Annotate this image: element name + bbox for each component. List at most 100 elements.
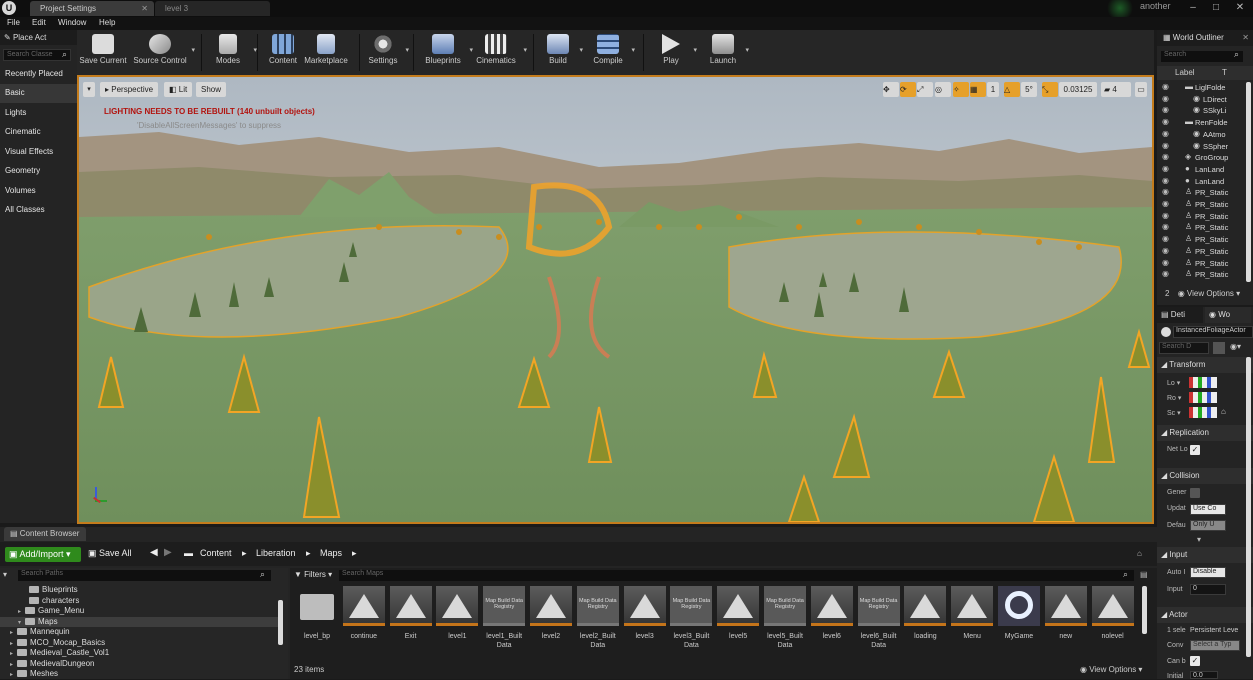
expand-icon[interactable]: ▸: [10, 640, 17, 647]
content-browser-tab[interactable]: ▤ Content Browser: [4, 527, 86, 541]
folder-row[interactable]: Blueprints: [0, 585, 280, 595]
grid-snap-icon[interactable]: ▦: [970, 82, 986, 97]
close-icon[interactable]: ✕: [141, 1, 148, 16]
collision-section[interactable]: ◢ Collision: [1157, 468, 1253, 484]
grid-size-value[interactable]: 1: [987, 82, 999, 97]
update-dropdown[interactable]: Use Co: [1190, 504, 1226, 515]
outliner-search-input[interactable]: Search: [1161, 51, 1243, 62]
outliner-row[interactable]: ◉ ◉ SSkyLi: [1157, 105, 1245, 117]
lock-icon[interactable]: ⌂: [1137, 549, 1142, 558]
default-dropdown[interactable]: Only U: [1190, 520, 1226, 531]
outliner-row[interactable]: ◉ ♙ PR_Static: [1157, 222, 1245, 234]
outliner-row[interactable]: ◉ ♙ PR_Static: [1157, 199, 1245, 211]
asset-tile[interactable]: Map Build Data Registry level5_Built Data: [764, 586, 806, 666]
asset-tile[interactable]: loading: [904, 586, 947, 666]
visibility-eye-icon[interactable]: ◉: [1162, 164, 1169, 173]
outliner-row[interactable]: ◉ ● LanLand: [1157, 176, 1245, 188]
play-button[interactable]: Play ▾: [653, 30, 697, 75]
menu-window[interactable]: Window: [58, 18, 86, 27]
level-viewport[interactable]: ▾ ▸ Perspective ◧ Lit Show LIGHTING NEED…: [77, 75, 1154, 524]
category-lights[interactable]: Lights: [0, 104, 77, 123]
surface-snap-icon[interactable]: ✧: [953, 82, 969, 97]
expand-icon[interactable]: ▸: [10, 661, 17, 668]
visibility-eye-icon[interactable]: ◉: [1162, 211, 1169, 220]
forward-icon[interactable]: ▶: [164, 547, 172, 558]
visibility-eye-icon[interactable]: ◉: [1162, 176, 1169, 185]
menu-help[interactable]: Help: [99, 18, 115, 27]
outliner-row[interactable]: ◉ ◉ AAtmo: [1157, 129, 1245, 141]
scale-icon[interactable]: ⤢: [917, 82, 933, 97]
asset-tile[interactable]: level3: [623, 586, 666, 666]
asset-tile[interactable]: level5: [717, 586, 760, 666]
details-scrollbar[interactable]: [1246, 357, 1251, 657]
details-tab[interactable]: ▤ Deti: [1157, 307, 1203, 323]
lock-icon[interactable]: ⌂: [1221, 407, 1226, 416]
scale-snap-value[interactable]: 0.03125: [1059, 82, 1097, 97]
chevron-down-icon[interactable]: ▾: [191, 46, 195, 54]
folder-row[interactable]: ▸ MedievalDungeon: [0, 659, 280, 669]
category-basic[interactable]: Basic: [0, 84, 77, 103]
breadcrumb-liberation[interactable]: Liberation: [256, 548, 296, 558]
compile-button[interactable]: Compile ▾: [589, 30, 635, 75]
label-column[interactable]: Label: [1175, 68, 1195, 77]
visibility-eye-icon[interactable]: ◉: [1162, 82, 1169, 91]
visibility-eye-icon[interactable]: ◉: [1162, 105, 1169, 114]
input-priority-field[interactable]: 0: [1190, 584, 1226, 595]
world-outliner-tab[interactable]: ▦ World Outliner: [1157, 30, 1253, 46]
place-actors-tab[interactable]: ✎ Place Act: [0, 30, 77, 45]
history-icon[interactable]: ▤: [1140, 570, 1148, 579]
blueprints-button[interactable]: Blueprints ▾: [421, 30, 473, 75]
outliner-row[interactable]: ◉ ♙ PR_Static: [1157, 187, 1245, 199]
details-search-input[interactable]: Search D: [1159, 342, 1209, 354]
chevron-down-icon[interactable]: ▾: [579, 46, 583, 54]
net-load-checkbox[interactable]: ✓: [1190, 445, 1200, 455]
category-visual-effects[interactable]: Visual Effects: [0, 143, 77, 162]
viewport-options-button[interactable]: ▾: [83, 82, 95, 97]
perspective-button[interactable]: ▸ Perspective: [100, 82, 159, 97]
chevron-down-icon[interactable]: ▾: [405, 46, 409, 54]
expand-icon[interactable]: ▸: [18, 608, 25, 615]
asset-tile[interactable]: level_bp: [296, 586, 338, 666]
outliner-scrollbar[interactable]: [1246, 82, 1251, 282]
view-options-button[interactable]: ◉ View Options ▾: [1080, 665, 1142, 674]
initial-field[interactable]: 0.0: [1190, 671, 1218, 679]
convert-dropdown[interactable]: Select a Typ: [1190, 640, 1240, 651]
breadcrumb-content[interactable]: Content: [200, 548, 232, 558]
expand-icon[interactable]: ▾: [1197, 535, 1201, 544]
expand-icon[interactable]: ▸: [10, 650, 17, 657]
close-icon[interactable]: ✕: [1242, 33, 1249, 42]
chevron-down-icon[interactable]: ▾: [745, 46, 749, 54]
camera-speed-button[interactable]: ▰ 4: [1101, 82, 1131, 97]
source-control-button[interactable]: Source Control ▾: [133, 30, 195, 75]
scale-snap-icon[interactable]: ⤡: [1042, 82, 1058, 97]
visibility-eye-icon[interactable]: ◉: [1162, 258, 1169, 267]
category-recently-placed[interactable]: Recently Placed: [0, 65, 77, 84]
rotation-snap-icon[interactable]: △: [1004, 82, 1020, 97]
settings-button[interactable]: Settings ▾: [365, 30, 409, 75]
menu-file[interactable]: File: [7, 18, 20, 27]
visibility-eye-icon[interactable]: ◉: [1162, 199, 1169, 208]
filters-button[interactable]: ▼ Filters ▾: [294, 570, 332, 579]
grid-view-icon[interactable]: [1213, 342, 1225, 354]
asset-tile[interactable]: Map Build Data Registry level1_Built Data: [483, 586, 526, 666]
menu-edit[interactable]: Edit: [32, 18, 46, 27]
asset-tile[interactable]: Map Build Data Registry level2_Built Data: [576, 586, 619, 666]
outliner-row[interactable]: ◉ ● LanLand: [1157, 164, 1245, 176]
visibility-eye-icon[interactable]: ◉: [1162, 152, 1169, 161]
outliner-row[interactable]: ◉ ▬ RenFolde: [1157, 117, 1245, 129]
save-all-button[interactable]: ▣ Save All: [88, 548, 132, 559]
outliner-row[interactable]: ◉ ♙ PR_Static: [1157, 211, 1245, 223]
category-cinematic[interactable]: Cinematic: [0, 123, 77, 142]
expand-icon[interactable]: ▸: [10, 629, 17, 636]
tab-project-settings[interactable]: Project Settings ✕: [30, 1, 154, 16]
folder-row[interactable]: ▸ Medieval_Castle_Vol1: [0, 648, 280, 658]
minimize-icon[interactable]: –: [1185, 0, 1201, 15]
maximize-viewport-icon[interactable]: ▭: [1135, 82, 1147, 97]
folder-row[interactable]: ▾ Maps: [0, 616, 280, 627]
visibility-eye-icon[interactable]: ◉: [1162, 129, 1169, 138]
category-geometry[interactable]: Geometry: [0, 162, 77, 181]
chevron-down-icon[interactable]: ▾: [693, 46, 697, 54]
world-settings-tab[interactable]: ◉ Wo: [1205, 307, 1251, 323]
visibility-eye-icon[interactable]: ◉: [1162, 234, 1169, 243]
outliner-row[interactable]: ◉ ♙ PR_Static: [1157, 234, 1245, 246]
